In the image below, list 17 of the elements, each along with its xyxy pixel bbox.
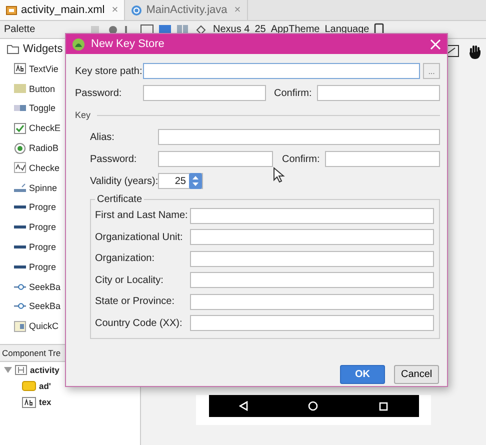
group-title: Certificate <box>96 194 144 205</box>
field-label: State or Province: <box>95 296 176 308</box>
field-label: Validity (years): <box>90 176 158 186</box>
field-label: Organizational Unit: <box>95 232 184 243</box>
field-label: City or Locality: <box>95 274 164 286</box>
field-label: First and Last Name: <box>95 210 189 222</box>
dialog-title: New Key Store <box>91 38 164 50</box>
panel-title: Palette <box>4 24 36 35</box>
field-label: Password: <box>90 154 138 164</box>
field-label: Confirm: <box>282 154 321 164</box>
field-label: Confirm: <box>274 88 313 98</box>
field-label: Key store path: <box>75 66 143 76</box>
field-label: Password: <box>75 88 123 98</box>
section-label: Key <box>75 110 91 120</box>
field-label: Country Code (XX): <box>95 318 184 329</box>
field-label: Alias: <box>90 132 116 142</box>
field-label: Organization: <box>95 253 156 264</box>
